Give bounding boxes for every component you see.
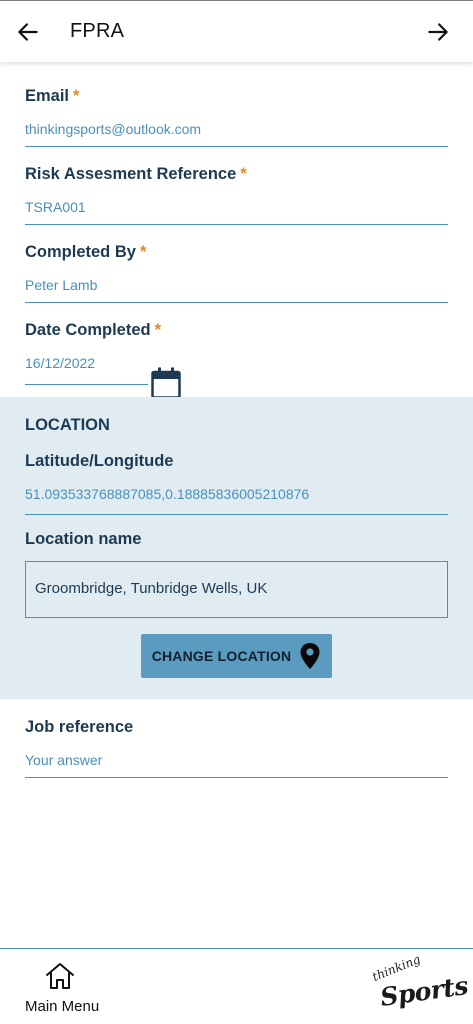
latlon-value[interactable]: 51.093533768887085,0.18885836005210876 [25,486,309,502]
page-title: FPRA [70,20,125,42]
home-icon[interactable] [45,962,75,990]
latlon-label: Latitude/Longitude [25,452,174,470]
back-arrow-icon[interactable] [15,19,41,45]
main-menu-label[interactable]: Main Menu [25,998,99,1015]
thinking-sports-logo: thinking Sports [366,952,469,1021]
date-completed-field[interactable]: Date Completed * 16/12/2022 [25,321,448,399]
email-field[interactable]: Email * thinkingsports@outlook.com [25,87,448,147]
job-reference-field[interactable]: Job reference Your answer [25,718,448,778]
date-underline [25,384,148,385]
completed-by-field[interactable]: Completed By * Peter Lamb [25,243,448,303]
required-mark: * [240,165,247,183]
risk-reference-field[interactable]: Risk Assesment Reference * TSRA001 [25,165,448,225]
required-mark: * [154,321,162,339]
email-label: Email * [25,87,80,105]
change-location-button[interactable]: CHANGE LOCATION [141,634,332,678]
risk-reference-value[interactable]: TSRA001 [25,199,448,219]
location-section-title: LOCATION [25,416,110,434]
job-reference-input[interactable]: Your answer [25,752,448,772]
date-completed-value[interactable]: 16/12/2022 [25,355,95,375]
completed-by-label: Completed By * [25,243,147,261]
map-pin-icon [300,643,320,669]
footer-bar: Main Menu thinking Sports [0,948,473,1024]
location-name-input[interactable]: Groombridge, Tunbridge Wells, UK [25,561,448,618]
risk-reference-label: Risk Assesment Reference * [25,165,247,183]
calendar-icon[interactable] [151,367,181,399]
completed-by-underline [25,302,448,303]
email-underline [25,146,448,147]
completed-by-value[interactable]: Peter Lamb [25,277,448,297]
required-mark: * [73,87,80,105]
location-section: LOCATION Latitude/Longitude 51.093533768… [0,397,473,699]
location-name-label: Location name [25,530,142,548]
required-mark: * [139,243,147,261]
date-row: 16/12/2022 [25,340,448,399]
change-location-label: CHANGE LOCATION [151,648,292,664]
date-completed-label: Date Completed * [25,321,162,339]
risk-reference-underline [25,224,448,225]
email-value[interactable]: thinkingsports@outlook.com [25,121,448,141]
latlon-underline [25,514,448,515]
app-header: FPRA [0,0,473,62]
job-reference-label: Job reference [25,718,134,736]
job-reference-underline [25,777,448,778]
forward-arrow-icon[interactable] [425,19,451,45]
